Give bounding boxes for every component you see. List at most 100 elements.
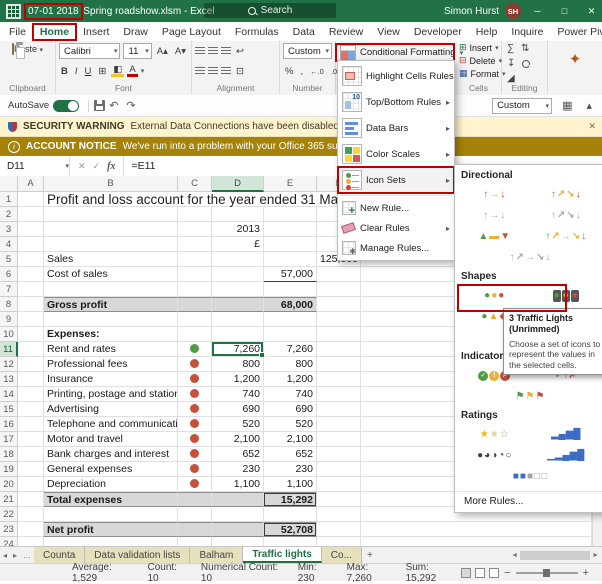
cell-E13[interactable]: 1,200 [264,372,317,387]
row-header-2[interactable]: 2 [0,207,18,222]
cell-B14[interactable]: Printing, postage and stationery [44,387,178,402]
cell-A20[interactable] [18,477,44,492]
cell-D18[interactable]: 652 [212,447,264,462]
cell-B21[interactable]: Total expenses [44,492,178,507]
minimize-button[interactable]: ─ [527,0,548,22]
cell-A10[interactable] [18,327,44,342]
tab-formulas[interactable]: Formulas [228,24,286,40]
cell-B1[interactable]: Profit and loss account for the year end… [44,192,317,207]
column-header-d[interactable]: D [212,176,264,192]
iconset-5-ratings[interactable]: ▁▂▄▆█ [532,446,601,465]
cell-A13[interactable] [18,372,44,387]
cell-C4[interactable] [178,237,212,252]
cell-D11[interactable]: 7,260 [212,342,264,357]
cell-C14[interactable] [178,387,212,402]
iconset-5-arrows-colored[interactable]: ↑↗→↘↓ [532,227,601,246]
horizontal-scrollbar[interactable]: ◄ ► [511,547,602,563]
cell-F14[interactable] [317,387,361,402]
delete-cells-button[interactable]: ⊟ Delete ▾ [456,54,501,67]
cell-F9[interactable] [317,312,361,327]
cell-D20[interactable]: 1,100 [212,477,264,492]
cell-D3[interactable]: 2013 [212,222,264,237]
tab-developer[interactable]: Developer [407,24,469,40]
cell-F20[interactable] [317,477,361,492]
cell-E4[interactable] [264,237,317,252]
row-header-6[interactable]: 6 [0,267,18,282]
row-header-3[interactable]: 3 [0,222,18,237]
cell-G23[interactable] [361,522,592,537]
cell-D4[interactable]: £ [212,237,264,252]
custom-style-select[interactable]: Custom▾ [492,98,552,114]
cell-A21[interactable] [18,492,44,507]
tab-power-pivot[interactable]: Power Pivot [550,24,602,40]
cell-B12[interactable]: Professional fees [44,357,178,372]
cell-D21[interactable] [212,492,264,507]
autosum-icon[interactable]: ∑ [507,43,514,54]
zoom-slider[interactable] [516,572,578,574]
collapse-ribbon-icon[interactable]: ▴ [586,99,592,112]
row-header-12[interactable]: 12 [0,357,18,372]
cell-E22[interactable] [264,507,317,522]
cell-A4[interactable] [18,237,44,252]
user-name[interactable]: Simon Hurst [444,6,499,17]
insert-cells-button[interactable]: ⊞ Insert ▾ [456,41,501,54]
status-count[interactable]: Count: 10 [147,562,186,584]
cell-F8[interactable] [317,297,361,312]
cell-A2[interactable] [18,207,44,222]
align-middle-icon[interactable] [208,47,218,55]
cell-F16[interactable] [317,417,361,432]
cell-E8[interactable]: 68,000 [264,297,317,312]
status-numerical-count[interactable]: Numerical Count: 10 [201,562,284,584]
iconset-5-quarters[interactable]: ●◕◑◔○ [460,446,529,465]
cell-A23[interactable] [18,522,44,537]
cell-B2[interactable] [44,207,178,222]
row-header-20[interactable]: 20 [0,477,18,492]
tab-page-layout[interactable]: Page Layout [155,24,228,40]
cell-C19[interactable] [178,462,212,477]
cell-F19[interactable] [317,462,361,477]
percent-style-icon[interactable]: % [283,66,295,77]
cell-D19[interactable]: 230 [212,462,264,477]
cell-F23[interactable] [317,522,361,537]
column-header-a[interactable]: A [18,176,44,192]
tab-draw[interactable]: Draw [116,24,155,40]
comma-style-icon[interactable]: , [298,66,305,77]
fill-down-icon[interactable]: ↧ [507,58,515,69]
cell-A19[interactable] [18,462,44,477]
italic-button[interactable]: I [73,66,80,77]
cell-B11[interactable]: Rent and rates [44,342,178,357]
cell-F15[interactable] [317,402,361,417]
cell-E21[interactable]: 15,292 [264,492,317,507]
cell-B8[interactable]: Gross profit [44,297,178,312]
cell-E5[interactable] [264,252,317,267]
iconset-4-arrows-gray[interactable]: ↑↗↘↓ [532,206,601,225]
cell-C11[interactable] [178,342,212,357]
close-icon[interactable]: ✕ [588,121,596,132]
close-button[interactable]: ✕ [581,0,602,22]
iconset-3-arrows-colored[interactable]: ↑→↓ [460,185,529,204]
cell-B10[interactable]: Expenses: [44,327,178,342]
page-layout-view-icon[interactable] [475,568,485,578]
cell-F11[interactable] [317,342,361,357]
cell-D17[interactable]: 2,100 [212,432,264,447]
cell-E14[interactable]: 740 [264,387,317,402]
tab-help[interactable]: Help [469,24,505,40]
cell-C13[interactable] [178,372,212,387]
cell-C22[interactable] [178,507,212,522]
cf-menu-item-highlight-cells-rules[interactable]: Highlight Cells Rules▸ [338,63,454,89]
row-header-11[interactable]: 11 [0,342,18,357]
cell-C5[interactable] [178,252,212,267]
cell-B3[interactable] [44,222,178,237]
cf-menu-item-icon-sets[interactable]: Icon Sets▸ [338,167,454,193]
cell-F7[interactable] [317,282,361,297]
zoom-out-icon[interactable]: − [504,567,510,579]
row-header-14[interactable]: 14 [0,387,18,402]
cf-menu-item-manage-rules[interactable]: Manage Rules... [338,238,454,258]
format-cells-button[interactable]: ▦ Format ▾ [456,67,501,80]
cell-B20[interactable]: Depreciation [44,477,178,492]
cell-E2[interactable] [264,207,317,222]
align-top-icon[interactable] [195,47,205,55]
cell-E15[interactable]: 690 [264,402,317,417]
cell-D23[interactable] [212,522,264,537]
more-rules-item[interactable]: More Rules... [457,491,602,508]
